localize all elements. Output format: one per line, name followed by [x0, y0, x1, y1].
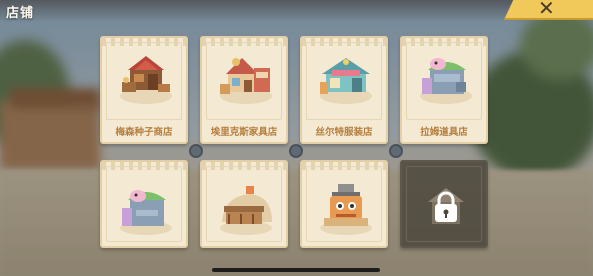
shop-card-machine[interactable]	[100, 160, 188, 248]
shop-label: 梅森种子商店	[115, 127, 173, 138]
seed-shop-icon	[120, 56, 172, 104]
robot-shop-icon	[320, 184, 372, 235]
page-title: 店铺	[6, 6, 35, 21]
shop-card-clothing[interactable]: 丝尔特服装店	[300, 36, 388, 144]
shop-card-robot[interactable]	[300, 160, 388, 248]
shop-card-stall[interactable]	[200, 160, 288, 248]
connector	[189, 144, 203, 158]
furniture-shop-icon	[220, 58, 272, 104]
shop-label: 丝尔特服装店	[315, 127, 373, 138]
stall-shop-icon	[220, 186, 272, 235]
locked-shop-silhouette	[428, 188, 464, 224]
machine-shop-icon	[120, 190, 172, 235]
shop-card-locked[interactable]	[400, 160, 488, 248]
shop-card-seed[interactable]: 梅森种子商店	[100, 36, 188, 144]
connector	[389, 144, 403, 158]
shop-label: 拉姆道具店	[420, 127, 468, 138]
lock-icon	[435, 191, 457, 222]
shop-card-item[interactable]: 拉姆道具店	[400, 36, 488, 144]
connector	[289, 144, 303, 158]
item-shop-icon	[420, 58, 472, 104]
clothing-shop-icon	[320, 58, 372, 104]
background-scene	[0, 0, 593, 276]
home-indicator[interactable]	[212, 268, 380, 272]
shop-label: 埃里克斯家具店	[210, 127, 278, 138]
close-icon[interactable]: ✕	[538, 0, 555, 20]
overlay-dim	[0, 0, 593, 276]
shop-card-furniture[interactable]: 埃里克斯家具店	[200, 36, 288, 144]
